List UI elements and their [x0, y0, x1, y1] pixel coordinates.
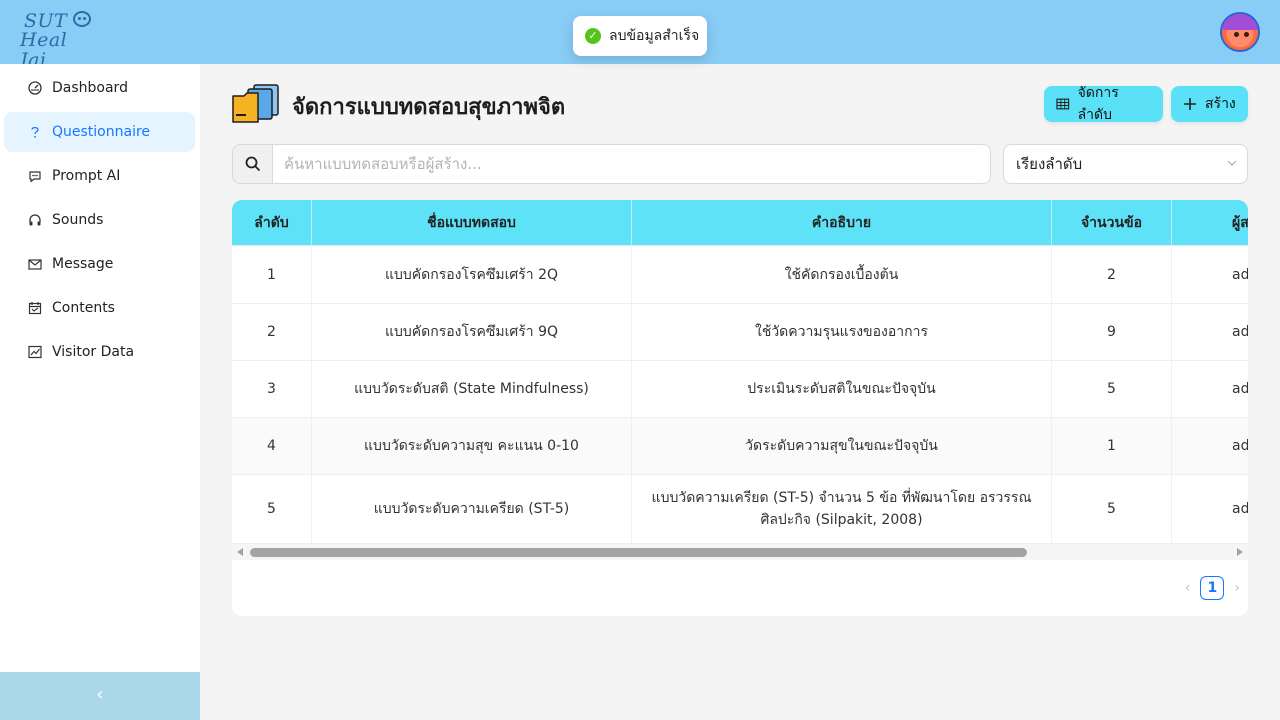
sort-select-value: เรียงลำดับ [1016, 155, 1083, 173]
cell-order: 5 [232, 475, 312, 543]
cell-description: แบบวัดความเครียด (ST-5) จำนวน 5 ข้อ ที่พ… [632, 475, 1052, 543]
sidebar-item-message[interactable]: Message [4, 244, 195, 284]
sidebar-item-label: Message [52, 256, 114, 272]
cell-creator: admin [1172, 361, 1248, 417]
manage-order-label: จัดการลำดับ [1077, 85, 1119, 123]
cell-creator: admin [1172, 304, 1248, 360]
pagination: ‹ 1 › [1185, 576, 1240, 600]
column-header-creator[interactable]: ผู้สร้าง [1172, 200, 1248, 246]
cell-order: 1 [232, 247, 312, 303]
sidebar-item-visitor-data[interactable]: Visitor Data [4, 332, 195, 372]
scroll-right-icon[interactable] [1237, 548, 1243, 556]
headphones-icon [29, 214, 41, 226]
column-header-description[interactable]: คำอธิบาย [632, 200, 1052, 246]
search-bar [232, 144, 991, 184]
dashboard-icon [28, 81, 42, 95]
sidebar-item-contents[interactable]: Contents [4, 288, 195, 328]
cell-question-count: 5 [1052, 475, 1172, 543]
chat-icon [29, 171, 41, 183]
user-avatar[interactable] [1220, 12, 1260, 52]
cell-name: แบบคัดกรองโรคซึมเศร้า 2Q [312, 247, 632, 303]
cell-creator: admin [1172, 475, 1248, 543]
cell-creator: admin [1172, 418, 1248, 474]
search-input[interactable] [272, 144, 991, 184]
scrollbar-thumb[interactable] [250, 548, 1027, 557]
table-row[interactable]: 2 แบบคัดกรองโรคซึมเศร้า 9Q ใช้วัดความรุน… [232, 304, 1248, 361]
cell-order: 3 [232, 361, 312, 417]
sidebar-item-prompt-ai[interactable]: Prompt AI [4, 156, 195, 196]
check-circle-icon: ✓ [585, 28, 601, 44]
table-row[interactable]: 5 แบบวัดระดับความเครียด (ST-5) แบบวัดควา… [232, 475, 1248, 544]
sidebar-item-label: Contents [52, 300, 115, 316]
cell-question-count: 5 [1052, 361, 1172, 417]
column-header-name[interactable]: ชื่อแบบทดสอบ [312, 200, 632, 246]
sidebar-item-sounds[interactable]: Sounds [4, 200, 195, 240]
table-row[interactable]: 1 แบบคัดกรองโรคซึมเศร้า 2Q ใช้คัดกรองเบื… [232, 247, 1248, 304]
sidebar-item-dashboard[interactable]: Dashboard [4, 68, 195, 108]
cell-description: ใช้คัดกรองเบื้องต้น [632, 247, 1052, 303]
search-button[interactable] [232, 144, 272, 184]
cell-name: แบบวัดระดับความสุข คะแนน 0-10 [312, 418, 632, 474]
app-logo[interactable]: SUT Heal Jai [18, 8, 98, 70]
page-title: จัดการแบบทดสอบสุขภาพจิต [292, 95, 566, 120]
page-1-button[interactable]: 1 [1200, 576, 1225, 600]
cell-name: แบบวัดระดับความเครียด (ST-5) [312, 475, 632, 543]
toast-message: ลบข้อมูลสำเร็จ [609, 28, 700, 44]
calendar-icon [28, 302, 42, 315]
cell-order: 4 [232, 418, 312, 474]
horizontal-scrollbar[interactable] [232, 544, 1248, 560]
sidebar-item-label: Questionnaire [52, 124, 151, 140]
table-icon [1056, 98, 1070, 110]
cell-question-count: 1 [1052, 418, 1172, 474]
question-icon [31, 127, 39, 138]
mail-icon [28, 259, 42, 270]
line-chart-icon [28, 345, 42, 359]
cell-name: แบบวัดระดับสติ (State Mindfulness) [312, 361, 632, 417]
chevron-down-icon [1227, 160, 1237, 166]
cell-creator: admin [1172, 247, 1248, 303]
plus-icon [1184, 98, 1196, 110]
sidebar: Dashboard Questionnaire Prompt AI Sounds… [0, 64, 200, 720]
table-row[interactable]: 3 แบบวัดระดับสติ (State Mindfulness) ประ… [232, 361, 1248, 418]
next-page-button[interactable]: › [1234, 580, 1240, 596]
sidebar-item-label: Sounds [52, 212, 104, 228]
cell-order: 2 [232, 304, 312, 360]
table-header: ลำดับ ชื่อแบบทดสอบ คำอธิบาย จำนวนข้อ ผู้… [232, 200, 1248, 246]
column-header-question-count[interactable]: จำนวนข้อ [1052, 200, 1172, 246]
folder-icon [232, 84, 279, 123]
sidebar-item-questionnaire[interactable]: Questionnaire [4, 112, 195, 152]
table-row[interactable]: 4 แบบวัดระดับความสุข คะแนน 0-10 วัดระดับ… [232, 418, 1248, 475]
cell-question-count: 2 [1052, 247, 1172, 303]
cell-name: แบบคัดกรองโรคซึมเศร้า 9Q [312, 304, 632, 360]
sidebar-collapse-button[interactable]: ‹ [0, 672, 200, 720]
questionnaire-table: ลำดับ ชื่อแบบทดสอบ คำอธิบาย จำนวนข้อ ผู้… [232, 200, 1248, 616]
cell-question-count: 9 [1052, 304, 1172, 360]
cell-description: ใช้วัดความรุนแรงของอาการ [632, 304, 1052, 360]
manage-order-button[interactable]: จัดการลำดับ [1044, 85, 1163, 123]
prev-page-button[interactable]: ‹ [1185, 580, 1191, 596]
logo-text-line1: SUT [24, 10, 68, 32]
logo-face-icon [73, 11, 91, 27]
scroll-left-icon[interactable] [237, 548, 243, 556]
search-icon [245, 156, 260, 172]
create-button[interactable]: สร้าง [1171, 86, 1248, 122]
sort-select[interactable]: เรียงลำดับ [1003, 144, 1248, 184]
sidebar-item-label: Visitor Data [52, 344, 135, 360]
sidebar-item-label: Prompt AI [52, 168, 121, 184]
create-label: สร้าง [1205, 96, 1236, 112]
success-toast: ✓ ลบข้อมูลสำเร็จ [573, 16, 707, 56]
column-header-order[interactable]: ลำดับ [232, 200, 312, 246]
sidebar-item-label: Dashboard [52, 80, 128, 96]
cell-description: วัดระดับความสุขในขณะปัจจุบัน [632, 418, 1052, 474]
cell-description: ประเมินระดับสติในขณะปัจจุบัน [632, 361, 1052, 417]
